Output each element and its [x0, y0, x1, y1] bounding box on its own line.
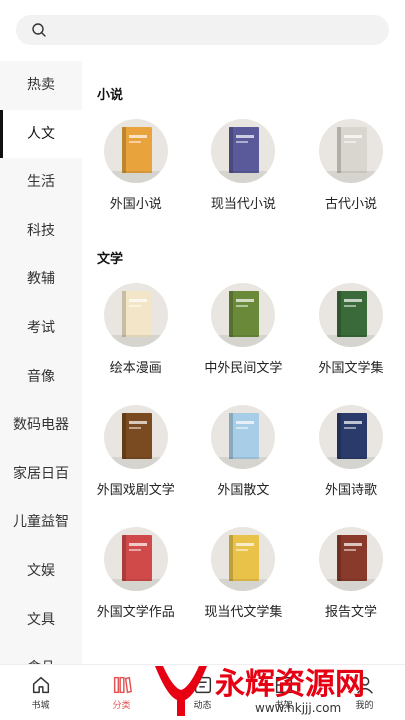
- sidebar-item[interactable]: 生活: [0, 158, 82, 207]
- category-label: 外国诗歌: [324, 483, 377, 498]
- book-cover-image: [211, 119, 276, 183]
- book-cover-image: [103, 405, 168, 469]
- sidebar-item[interactable]: 儿童益智: [0, 498, 82, 547]
- book-cover-image: [318, 283, 383, 347]
- books-icon: [113, 676, 132, 694]
- category-label: 现当代小说: [210, 197, 276, 212]
- category-thumbnail: [211, 527, 276, 591]
- tab-shelf[interactable]: 书架: [243, 665, 324, 720]
- sidebar-item[interactable]: 科技: [0, 207, 82, 256]
- sidebar-item[interactable]: 教辅: [0, 255, 82, 304]
- category-tile[interactable]: 外国戏剧文学: [82, 395, 190, 517]
- tab-books[interactable]: 分类: [81, 665, 162, 720]
- category-thumbnail: [103, 119, 168, 183]
- section-title: 小说: [97, 88, 124, 103]
- category-label: 外国文学作品: [96, 605, 175, 620]
- category-label: 外国散文: [217, 483, 270, 498]
- category-thumbnail: [103, 283, 168, 347]
- home-icon: [32, 676, 49, 694]
- sidebar-item[interactable]: 数码电器: [0, 401, 82, 450]
- category-thumbnail: [103, 405, 168, 469]
- book-cover-image: [103, 119, 168, 183]
- tab-label: 分类: [112, 701, 131, 711]
- sidebar-item[interactable]: 文娱: [0, 547, 82, 596]
- tab-label: 动态: [193, 701, 212, 711]
- category-tile[interactable]: 外国小说: [82, 109, 190, 231]
- category-label: 现当代文学集: [204, 605, 283, 620]
- category-tile[interactable]: 现当代小说: [190, 109, 298, 231]
- category-thumbnail: [211, 405, 276, 469]
- search-bar[interactable]: [16, 15, 389, 45]
- category-sidebar: 热卖人文生活科技教辅考试音像数码电器家居日百儿童益智文娱文具食品: [0, 61, 82, 664]
- category-tile[interactable]: 绘本漫画: [82, 273, 190, 395]
- tab-label: 书城: [31, 701, 50, 711]
- category-label: 古代小说: [324, 197, 377, 212]
- sidebar-item[interactable]: 食品: [0, 644, 82, 664]
- search-icon: [32, 23, 46, 37]
- sidebar-item[interactable]: 文具: [0, 596, 82, 645]
- category-tile[interactable]: 现当代文学集: [190, 517, 298, 639]
- category-label: 中外民间文学: [204, 361, 283, 376]
- book-cover-image: [211, 527, 276, 591]
- category-label: 外国文学集: [318, 361, 384, 376]
- bottom-tabbar: 书城 分类 动态 书架 我的: [0, 664, 405, 720]
- category-tile[interactable]: 外国文学作品: [82, 517, 190, 639]
- sidebar-item[interactable]: 热卖: [0, 61, 82, 110]
- tab-home[interactable]: 书城: [0, 665, 81, 720]
- tab-user[interactable]: 我的: [324, 665, 405, 720]
- category-thumbnail: [211, 283, 276, 347]
- category-thumbnail: [318, 119, 383, 183]
- tab-feed[interactable]: 动态: [162, 665, 243, 720]
- category-label: 外国戏剧文学: [96, 483, 175, 498]
- category-thumbnail: [103, 527, 168, 591]
- category-thumbnail: [211, 119, 276, 183]
- book-cover-image: [103, 527, 168, 591]
- category-content: 小说 外国小说 现当代小说 古代小说 文学 绘本漫画 中外民间文学 外国文学集外国戏剧文…: [82, 61, 405, 664]
- book-cover-image: [318, 405, 383, 469]
- category-tile[interactable]: 外国散文: [190, 395, 298, 517]
- category-thumbnail: [318, 405, 383, 469]
- user-icon: [356, 676, 373, 694]
- search-input[interactable]: [56, 15, 376, 45]
- shelf-icon: [275, 676, 292, 694]
- category-label: 外国小说: [109, 197, 162, 212]
- book-cover-image: [211, 405, 276, 469]
- sidebar-item[interactable]: 家居日百: [0, 450, 82, 499]
- category-tile[interactable]: 外国文学集: [297, 273, 405, 395]
- book-cover-image: [318, 527, 383, 591]
- feed-icon: [194, 676, 211, 694]
- section-grid: 外国小说 现当代小说 古代小说: [82, 109, 405, 231]
- category-tile[interactable]: 中外民间文学: [190, 273, 298, 395]
- tab-label: 我的: [355, 701, 374, 711]
- book-cover-image: [318, 119, 383, 183]
- sidebar-item[interactable]: 考试: [0, 304, 82, 353]
- sidebar-item[interactable]: 人文: [0, 109, 82, 159]
- category-tile[interactable]: 古代小说: [297, 109, 405, 231]
- category-tile[interactable]: 外国诗歌: [297, 395, 405, 517]
- category-thumbnail: [318, 527, 383, 591]
- tab-label: 书架: [274, 701, 293, 711]
- section-grid: 绘本漫画 中外民间文学 外国文学集外国戏剧文学 外国散文 外国诗歌外国文学作品 现当代文学…: [82, 273, 405, 639]
- category-tile[interactable]: 报告文学: [297, 517, 405, 639]
- sidebar-item[interactable]: 音像: [0, 353, 82, 402]
- book-cover-image: [211, 283, 276, 347]
- category-label: 绘本漫画: [109, 361, 162, 376]
- book-cover-image: [103, 283, 168, 347]
- category-label: 报告文学: [324, 605, 377, 620]
- section-title: 文学: [97, 252, 124, 267]
- category-thumbnail: [318, 283, 383, 347]
